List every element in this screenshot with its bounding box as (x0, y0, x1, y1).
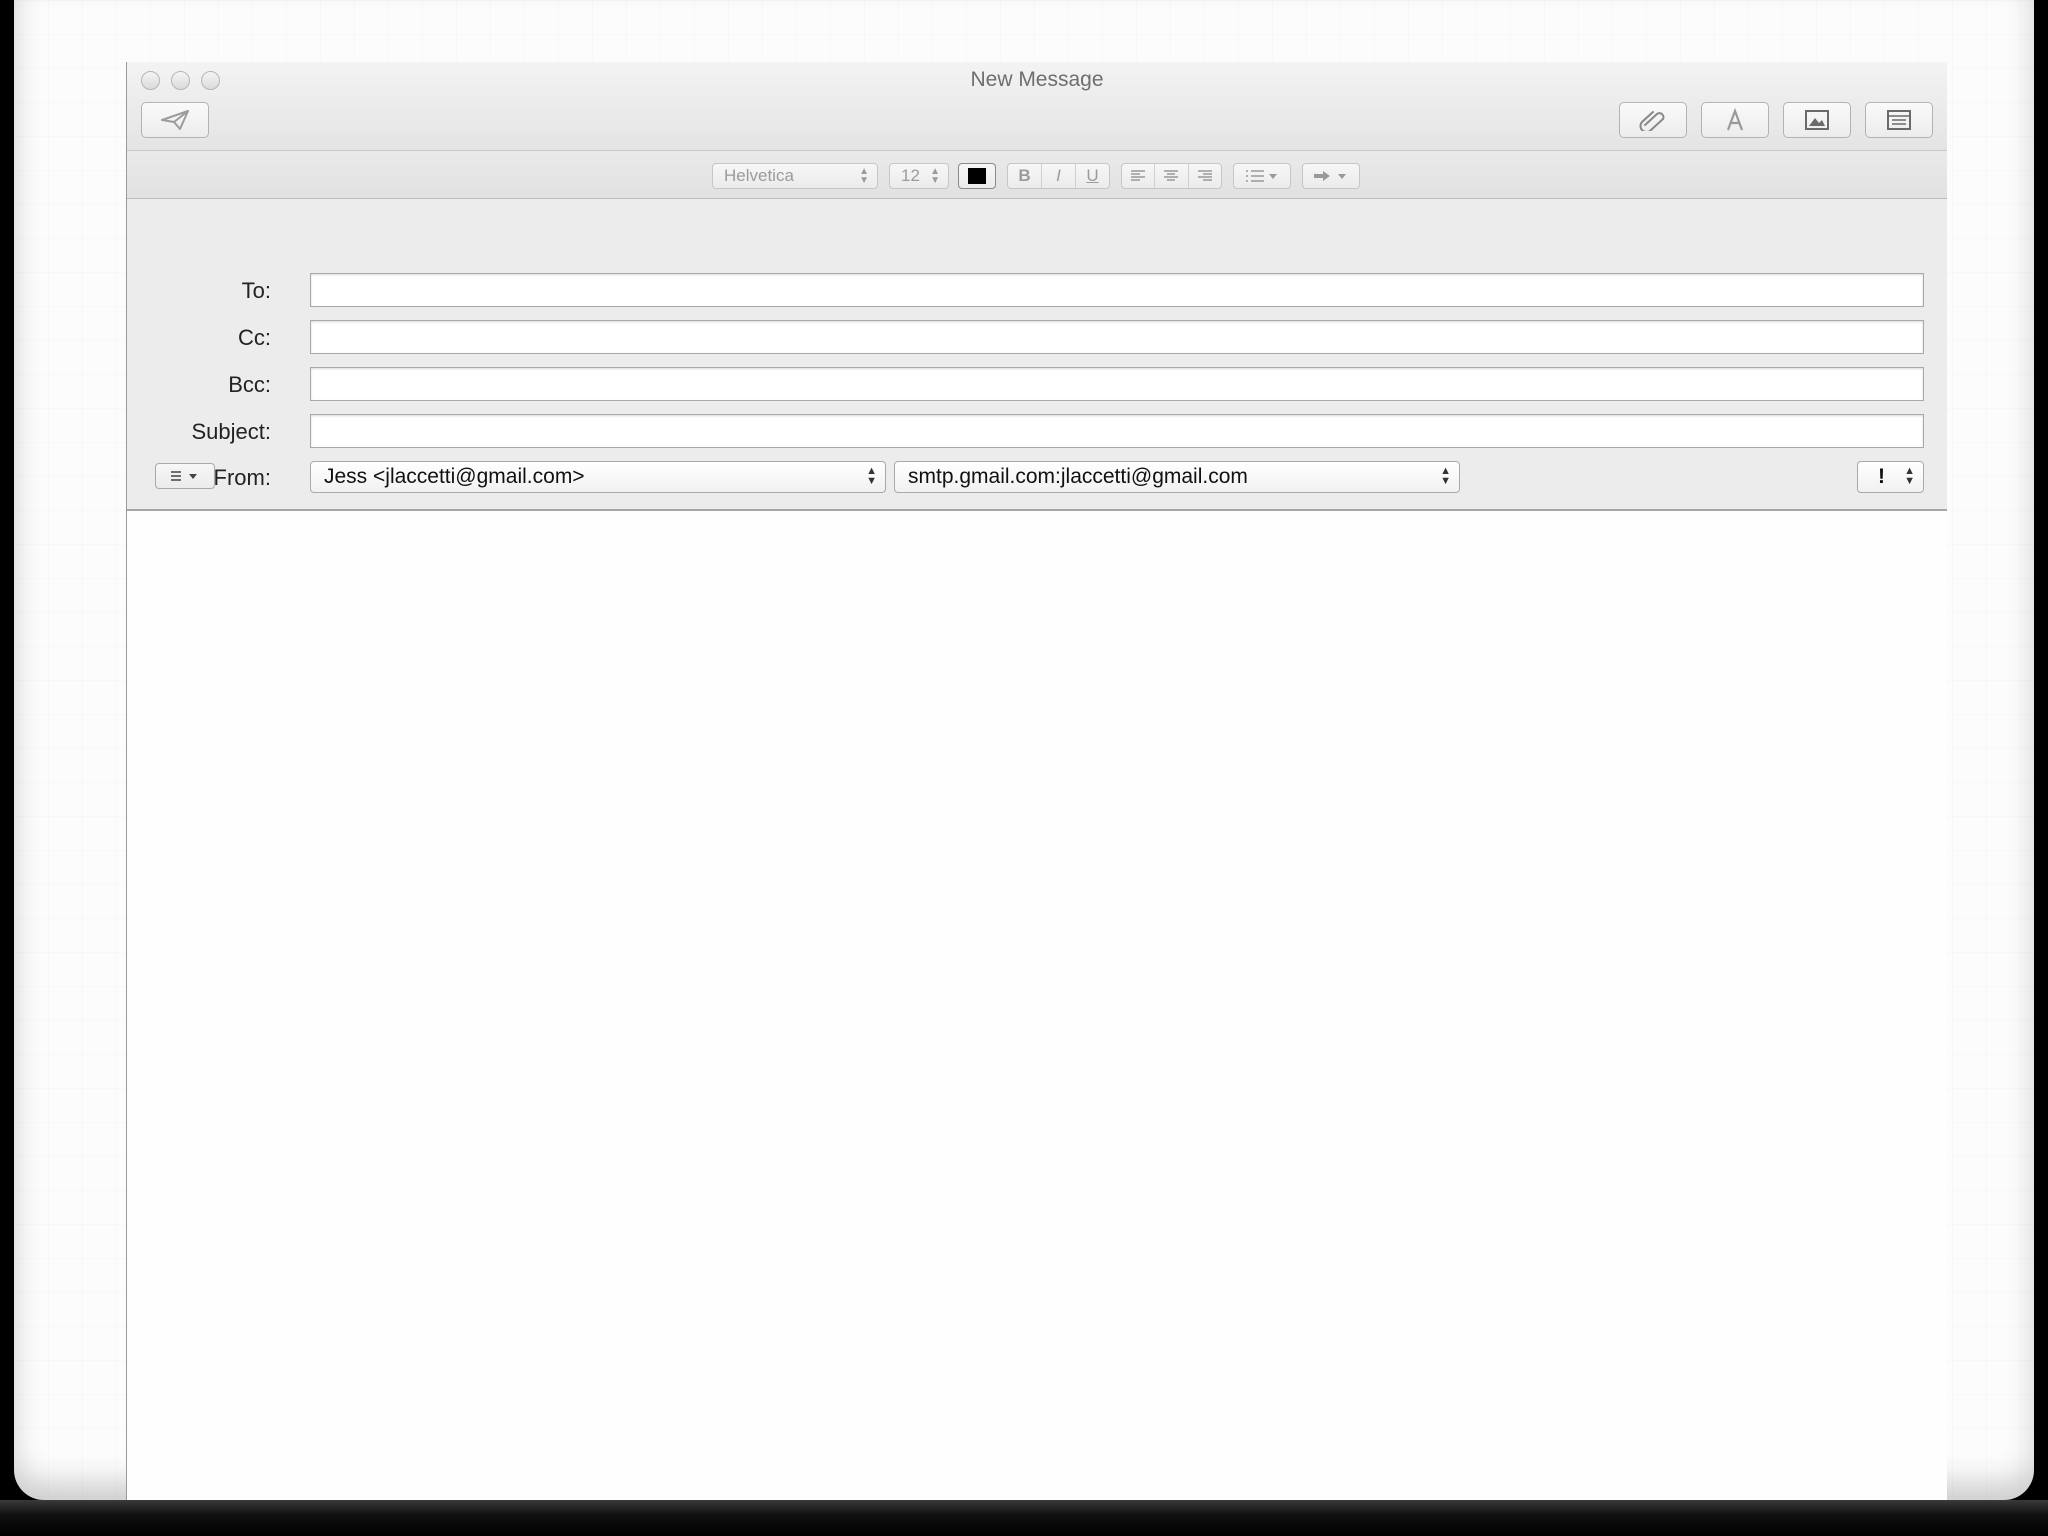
list-popup[interactable] (1233, 163, 1291, 189)
smtp-server-popup[interactable]: smtp.gmail.com:jlaccetti@gmail.com ▲ ▼ (894, 461, 1460, 493)
title-bar: New Message (127, 62, 1947, 150)
attach-button[interactable] (1619, 102, 1687, 138)
from-label: From: (213, 465, 271, 490)
popup-arrows-icon: ▲ ▼ (930, 166, 940, 186)
text-style-segment: B I U (1007, 163, 1110, 189)
paper-plane-icon (160, 109, 190, 131)
format-bar: Helvetica ▲ ▼ 12 ▲ ▼ B I U (127, 150, 1947, 199)
priority-value: ! (1878, 465, 1885, 488)
align-right-icon (1197, 170, 1212, 181)
photo-browser-icon (1804, 109, 1830, 131)
from-account-popup[interactable]: Jess <jlaccetti@gmail.com> ▲ ▼ (310, 461, 886, 493)
popup-arrows-icon: ▲ ▼ (1440, 465, 1451, 487)
window-title: New Message (970, 68, 1104, 91)
to-field[interactable] (310, 273, 1924, 307)
message-body-editor[interactable] (127, 511, 1947, 1500)
send-button[interactable] (141, 102, 209, 138)
cc-label: Cc: (238, 325, 271, 350)
color-swatch (968, 168, 986, 184)
message-header-fields: To: Cc: Bcc: Subject: From: Jess <jlacce… (127, 199, 1947, 511)
popup-arrows-icon: ▲ ▼ (1904, 465, 1915, 487)
bcc-field[interactable] (310, 367, 1924, 401)
priority-popup[interactable]: ! ▲ ▼ (1857, 461, 1924, 493)
font-size-popup[interactable]: 12 ▲ ▼ (889, 163, 949, 189)
align-left-icon (1131, 170, 1146, 181)
bullet-list-icon (1246, 170, 1277, 182)
fields-menu-icon (171, 471, 197, 481)
underline-button[interactable]: U (1075, 164, 1109, 188)
bold-button[interactable]: B (1008, 164, 1041, 188)
align-center-icon (1164, 170, 1179, 181)
align-center-button[interactable] (1154, 164, 1187, 188)
subject-label: Subject: (191, 419, 272, 444)
alignment-segment (1121, 163, 1222, 189)
popup-arrows-icon: ▲ ▼ (866, 465, 877, 487)
font-size-value: 12 (901, 166, 920, 185)
paperclip-icon (1639, 109, 1667, 131)
new-message-window: New Message Helvetica ▲ ▼ 12 ▲ ▼ B I U T… (126, 62, 1947, 1500)
letter-a-icon (1723, 108, 1747, 132)
from-account-value: Jess <jlaccetti@gmail.com> (324, 465, 585, 488)
subject-field[interactable] (310, 414, 1924, 448)
bcc-label: Bcc: (228, 372, 271, 397)
photo-browser-button[interactable] (1783, 102, 1851, 138)
indent-popup[interactable] (1302, 163, 1360, 189)
smtp-server-value: smtp.gmail.com:jlaccetti@gmail.com (908, 465, 1248, 488)
align-right-button[interactable] (1187, 164, 1221, 188)
text-color-button[interactable] (958, 163, 996, 189)
cc-field[interactable] (310, 320, 1924, 354)
font-name-popup[interactable]: Helvetica ▲ ▼ (712, 163, 878, 189)
indent-arrow-icon (1314, 171, 1346, 181)
font-name-value: Helvetica (724, 166, 794, 185)
stationery-icon (1886, 109, 1912, 131)
stationery-button[interactable] (1865, 102, 1933, 138)
align-left-button[interactable] (1122, 164, 1154, 188)
to-label: To: (241, 278, 271, 303)
fonts-button[interactable] (1701, 102, 1769, 138)
slide-bottom-edge (0, 1500, 2048, 1536)
popup-arrows-icon: ▲ ▼ (859, 166, 869, 186)
italic-button[interactable]: I (1041, 164, 1075, 188)
header-fields-menu-button[interactable] (155, 463, 215, 489)
